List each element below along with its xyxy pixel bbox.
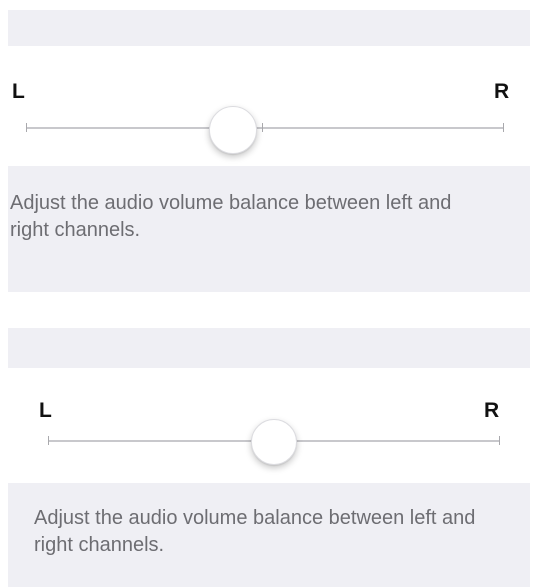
slider-max-tick	[499, 436, 500, 445]
group-header-band	[8, 10, 530, 46]
slider-center-tick	[262, 123, 263, 132]
slider-min-tick	[48, 436, 49, 445]
slider-thumb[interactable]	[251, 419, 297, 465]
slider-thumb[interactable]	[209, 106, 257, 154]
group-header-band	[8, 328, 530, 368]
slider-min-tick	[26, 123, 27, 132]
footer-description: Adjust the audio volume balance between …	[10, 192, 452, 241]
slider-track	[26, 127, 504, 129]
right-channel-label: R	[484, 399, 500, 422]
left-channel-label: L	[39, 399, 52, 422]
slider-max-tick	[503, 123, 504, 132]
footer-description: Adjust the audio volume balance between …	[34, 507, 476, 556]
left-channel-label: L	[12, 80, 25, 103]
balance-slider-cell	[8, 46, 530, 166]
right-channel-label: R	[494, 80, 510, 103]
